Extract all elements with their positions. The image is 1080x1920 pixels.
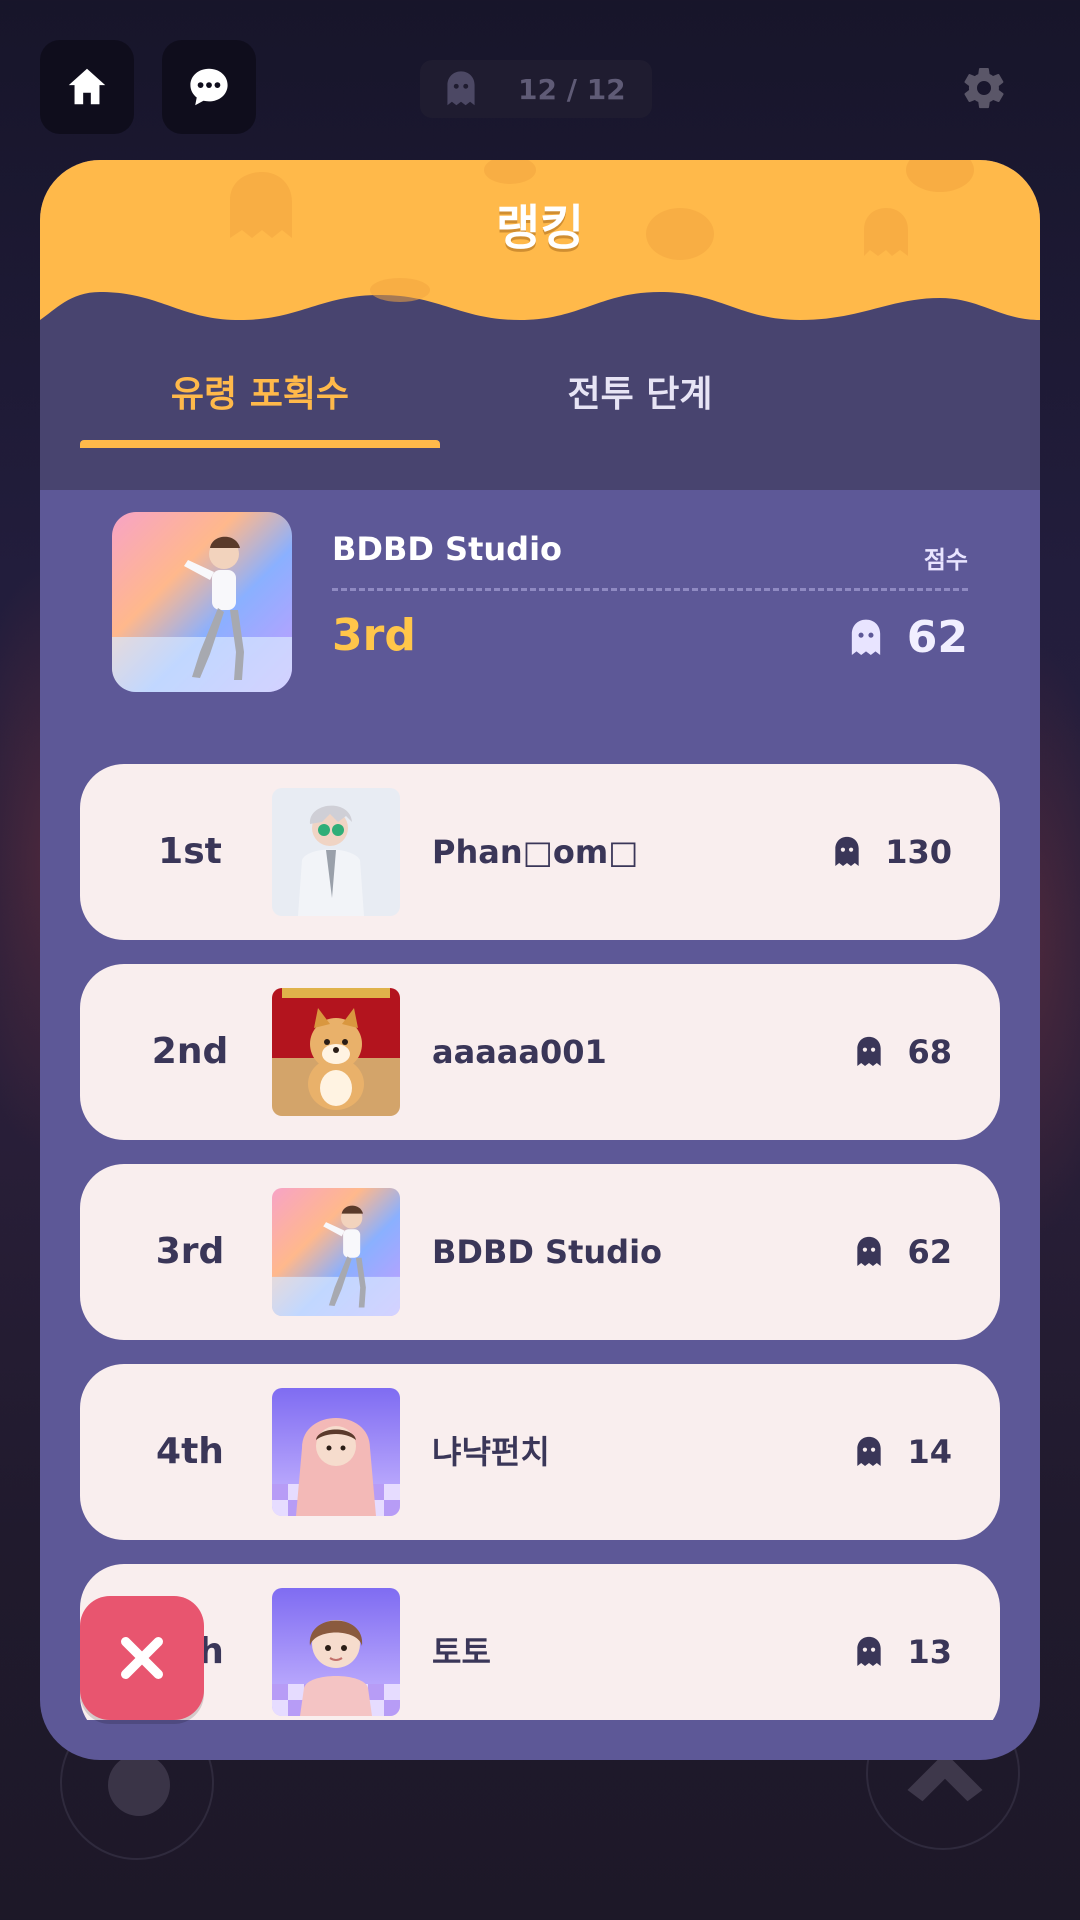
my-rank: 3rd: [332, 610, 416, 661]
player-name: Phan□om□: [432, 833, 639, 871]
ranking-row[interactable]: 5th: [80, 1564, 1000, 1720]
ranking-row[interactable]: 2nd aaaaa001 68: [80, 964, 1000, 1140]
gear-icon: [964, 67, 1004, 109]
my-score: 62: [849, 612, 968, 663]
player-name: BDBD Studio: [432, 1233, 663, 1271]
close-button[interactable]: [80, 1596, 204, 1720]
ranking-list[interactable]: 1st Phan□om□ 130 2nd aaaaa001 68 3rd BDB…: [40, 760, 1040, 1720]
chat-button[interactable]: [162, 40, 256, 134]
tab-ghost-captures[interactable]: 유령 포획수: [80, 360, 440, 430]
player-score: 13: [855, 1564, 952, 1720]
modal-header: 랭킹 유령 포획수 전투 단계: [40, 160, 1040, 490]
player-score: 68: [855, 964, 952, 1140]
chat-bubble-icon: [190, 68, 228, 106]
ghost-counter: 12 / 12: [420, 60, 652, 118]
home-icon: [68, 68, 106, 105]
player-avatar: [272, 988, 400, 1116]
ranking-row[interactable]: 1st Phan□om□ 130: [80, 764, 1000, 940]
dashed-divider: [332, 588, 968, 591]
player-score-value: 14: [907, 1433, 952, 1471]
player-score: 62: [855, 1164, 952, 1340]
ghost-counter-text: 12 / 12: [518, 72, 626, 106]
player-score-value: 13: [907, 1633, 952, 1671]
my-player-name: BDBD Studio: [332, 530, 563, 568]
player-score: 14: [855, 1364, 952, 1540]
my-score-value: 62: [906, 612, 968, 663]
ghost-icon: [857, 1036, 882, 1066]
rank-position: 4th: [156, 1431, 224, 1472]
player-score-value: 68: [907, 1033, 952, 1071]
active-tab-indicator: [80, 440, 440, 448]
ranking-row[interactable]: 4th 냐냑펀치 14: [80, 1364, 1000, 1540]
rank-position: 3rd: [155, 1231, 225, 1272]
settings-button[interactable]: [960, 64, 1008, 112]
ranking-row[interactable]: 3rd BDBD Studio 62: [80, 1164, 1000, 1340]
ghost-icon: [857, 1236, 882, 1266]
score-label: 점수: [923, 546, 968, 574]
modal-title: 랭킹: [495, 200, 585, 256]
home-button[interactable]: [40, 40, 134, 134]
player-avatar: [272, 1388, 400, 1516]
player-name: 냐냑펀치: [432, 1433, 550, 1471]
close-icon: [121, 1637, 163, 1679]
ghost-icon: [851, 619, 880, 655]
player-avatar: [272, 1588, 400, 1716]
rank-position: 2nd: [151, 1031, 229, 1072]
ghost-icon: [447, 71, 475, 106]
ghost-icon: [835, 836, 859, 866]
rank-position: 1st: [158, 831, 222, 872]
player-avatar: [272, 1188, 400, 1316]
player-score: 130: [833, 764, 952, 940]
player-name: 토토: [432, 1633, 491, 1671]
my-avatar: [112, 512, 292, 692]
ghost-icon: [857, 1636, 882, 1666]
ghost-icon: [857, 1436, 882, 1466]
player-name: aaaaa001: [432, 1033, 607, 1071]
tab-battle-stage[interactable]: 전투 단계: [460, 360, 820, 430]
ranking-modal: 랭킹 유령 포획수 전투 단계 BDBD Studio 점수 3rd 62 1s…: [40, 160, 1040, 1760]
player-score-value: 130: [885, 833, 952, 871]
player-score-value: 62: [907, 1233, 952, 1271]
player-avatar: [272, 788, 400, 916]
